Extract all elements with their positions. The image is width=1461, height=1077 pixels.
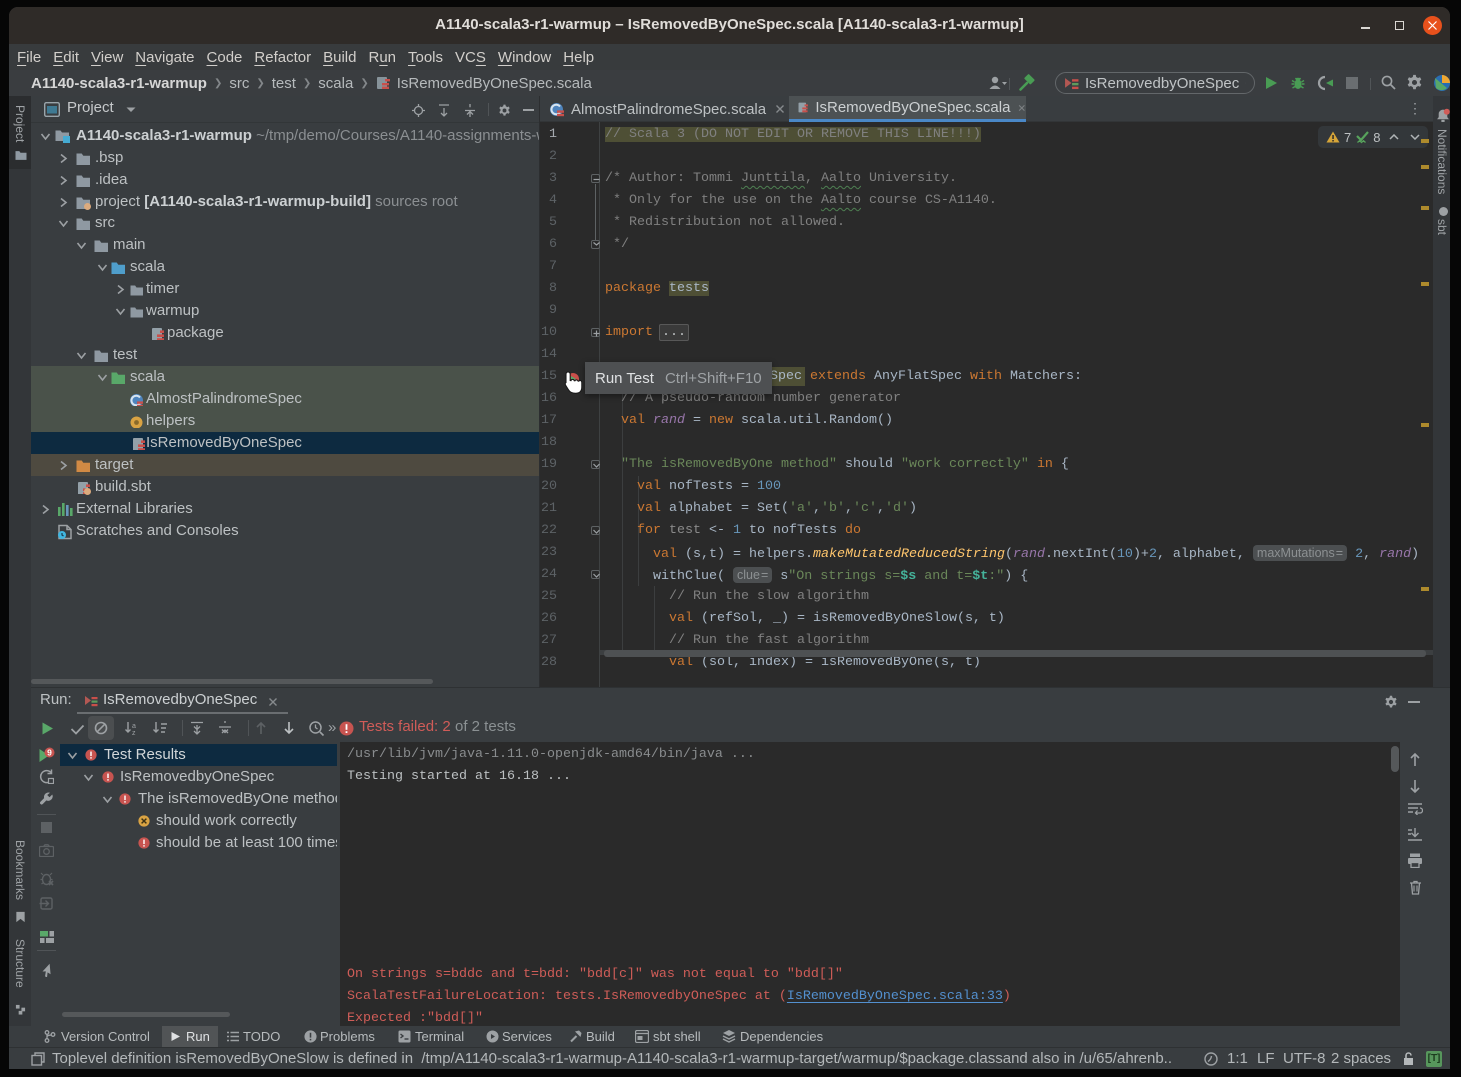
svg-text:9: 9 [47, 747, 52, 757]
svg-text:a: a [132, 723, 136, 730]
svg-text:z: z [132, 730, 136, 736]
